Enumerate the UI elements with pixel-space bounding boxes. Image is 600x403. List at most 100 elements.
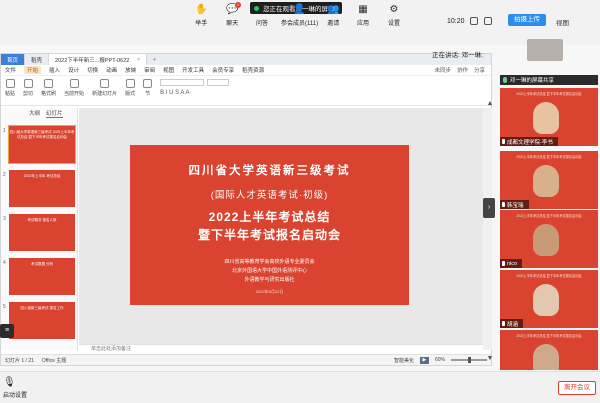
menu-bar: 文件 开始 插入 设计 切换 动画 放映 审阅 视图 开发工具 会员专享 稻壳资… — [1, 65, 491, 76]
menu-view[interactable]: 视图 — [163, 66, 174, 74]
slide-canvas[interactable]: 四川省大学英语新三级考试 (国际人才英语考试·初级) 2022上半年考试总结 暨… — [79, 108, 483, 344]
participants-button[interactable]: 👤 参会成员(111) — [281, 4, 318, 27]
menu-file[interactable]: 文件 — [5, 66, 16, 74]
menu-review[interactable]: 审阅 — [144, 66, 155, 74]
avatar — [533, 224, 559, 256]
upload-button[interactable]: 拍摄上传 — [508, 14, 546, 26]
slide-thumbnail-panel: 大纲 幻灯片 1 四川省大学英语新三级考试 2022上半年考试总结 暨下半年考试… — [1, 108, 78, 350]
zoom-slider[interactable] — [451, 357, 487, 363]
menu-transition[interactable]: 切换 — [87, 66, 98, 74]
chevron-down-icon[interactable]: ▼ — [486, 355, 494, 365]
play-icon — [69, 79, 79, 88]
font-family-select[interactable] — [160, 79, 205, 86]
current-slide[interactable]: 四川省大学英语新三级考试 (国际人才英语考试·初级) 2022上半年考试总结 暨… — [130, 145, 409, 305]
chat-button[interactable]: 💬 1 聊天 — [226, 2, 241, 27]
layout-button[interactable]: 版式 — [125, 79, 135, 97]
tab-presentation[interactable]: 2022下半年新三...报PPT-0622 × — [49, 54, 148, 65]
mic-icon — [502, 261, 505, 266]
sync-status[interactable]: 未同步 — [434, 66, 451, 74]
font-controls: B I U S A A — [160, 79, 230, 96]
gear-icon: ⚙ — [389, 4, 399, 15]
layout-icon — [125, 79, 135, 88]
play-slideshow-button[interactable]: ▶ — [419, 356, 429, 364]
menu-docer-resources[interactable]: 稻壳资源 — [242, 66, 264, 74]
scissors-icon — [23, 79, 33, 88]
slide-date: 2022年6月22日 — [255, 289, 284, 294]
chevron-up-icon[interactable]: ▲ — [486, 100, 494, 110]
screen-share-label[interactable]: 邓一琳的屏幕共享 — [500, 75, 598, 85]
notes-area[interactable]: 单击此处添加备注 — [79, 344, 483, 352]
apps-button[interactable]: ▦ 应用 — [357, 4, 369, 27]
new-slide-button[interactable]: 新建幻灯片 — [92, 79, 117, 97]
participant-tile[interactable]: 2022上半年考试总结 暨下半年考试报名启动会 — [500, 330, 598, 370]
tab-docer[interactable]: 稻壳 — [25, 54, 50, 65]
slide-organizer: 北京外国语大学中国外语测评中心 — [231, 268, 307, 274]
menu-design[interactable]: 设计 — [68, 66, 79, 74]
menu-fab-icon[interactable]: ≡ — [0, 324, 14, 338]
leave-meeting-button[interactable]: 离开会议 — [558, 381, 596, 395]
slide-thumbnail[interactable]: 考试概况 报名人数 — [9, 214, 75, 251]
menu-member[interactable]: 会员专享 — [212, 66, 234, 74]
participant-tile[interactable]: 2022上半年考试总结 暨下半年考试报名启动会 nico — [500, 210, 598, 268]
zoom-handle[interactable] — [468, 357, 471, 363]
unread-badge: 1 — [235, 2, 241, 8]
slide-thumbnail[interactable]: 2022年上半年 考试总结 — [9, 170, 75, 207]
menu-right: 未同步 协作 分享 — [434, 66, 491, 74]
settings-button[interactable]: ⚙ 设置 — [388, 4, 400, 27]
mic-icon: 🎙 — [3, 377, 16, 388]
tab-slides[interactable]: 幻灯片 — [46, 109, 63, 118]
vertical-scrollbar[interactable] — [483, 108, 492, 350]
participant-tile[interactable]: 2022上半年考试总结 暨下半年考试报名启动会 韩宝瑞 — [500, 151, 598, 209]
start-from-current-button[interactable]: 当前开始 — [64, 79, 84, 97]
menu-slideshow[interactable]: 放映 — [125, 66, 136, 74]
tab-home[interactable]: 首页 — [1, 54, 26, 65]
status-bar: 幻灯片 1 / 21 Office 主题 智能美化 ▶ 60% — [1, 354, 491, 365]
self-camera-preview[interactable] — [527, 39, 563, 61]
slide-thumbnail[interactable]: 四川省新三级考试 报名工作 — [9, 302, 75, 339]
new-tab-button[interactable]: + — [147, 54, 162, 65]
ribbon-toolbar: 粘贴 剪切 格式刷 当前开始 新建幻灯片 版式 节 B I U S A A — [1, 76, 491, 106]
expand-arrow-icon[interactable]: › — [483, 198, 495, 218]
brush-icon — [44, 79, 54, 88]
invite-button[interactable]: 👥 邀请 — [327, 4, 339, 27]
wps-window: 首页 稻壳 2022下半年新三...报PPT-0622 × + 文件 开始 插入… — [0, 53, 492, 366]
close-icon[interactable]: × — [137, 57, 140, 63]
hand-icon: ✋ — [195, 4, 208, 15]
battery-icon — [484, 17, 492, 25]
menu-developer[interactable]: 开发工具 — [182, 66, 204, 74]
tab-outline[interactable]: 大纲 — [29, 109, 40, 117]
menu-start[interactable]: 开始 — [24, 66, 42, 74]
view-button[interactable]: 视图 — [556, 17, 569, 27]
format-painter-button[interactable]: 格式刷 — [41, 79, 56, 97]
section-icon — [143, 79, 153, 88]
slide-thumbnail[interactable]: 考试数据 分析 — [9, 258, 75, 295]
menu-animation[interactable]: 动画 — [106, 66, 117, 74]
font-size-select[interactable] — [207, 79, 230, 86]
slide-heading-2: 暨下半年考试报名启动会 — [197, 228, 341, 242]
avatar — [533, 165, 559, 197]
qa-button[interactable]: ? 问答 — [256, 4, 268, 27]
mic-icon — [502, 202, 505, 207]
mic-control[interactable]: 🎙 启动设置 — [3, 377, 27, 399]
thumb-number: 1 — [3, 128, 6, 134]
slide-thumbnail[interactable]: 四川省大学英语新三级考试 2022上半年考试总结 暨下半年考试报名启动会 — [8, 125, 76, 164]
tile-background-slide: 2022上半年考试总结 暨下半年考试报名启动会 — [516, 274, 582, 278]
slide-organizer: 四川省高等教育学会高校外语专业委员会 — [224, 259, 315, 265]
section-button[interactable]: 节 — [143, 79, 153, 97]
meeting-toolbar — [0, 371, 600, 403]
paste-button[interactable]: 粘贴 — [5, 79, 15, 97]
avatar — [533, 284, 559, 316]
avatar — [533, 102, 559, 134]
format-glyphs[interactable]: B I U S A A — [160, 90, 229, 96]
participant-tile[interactable]: 2022上半年考试总结 暨下半年考试报名启动会 成都文理学院-李书 — [500, 88, 598, 146]
slide-subtitle: (国际人才英语考试·初级) — [210, 190, 329, 201]
beautify-button[interactable]: 智能美化 — [394, 357, 414, 364]
collaborate-button[interactable]: 协作 — [457, 66, 468, 74]
cut-button[interactable]: 剪切 — [23, 79, 33, 97]
participant-tile[interactable]: 2022上半年考试总结 暨下半年考试报名启动会 胡涵 — [500, 270, 598, 328]
raise-hand-button[interactable]: ✋ 举手 — [195, 4, 207, 27]
status-right: 智能美化 ▶ 60% — [394, 356, 491, 364]
tile-background-slide: 2022上半年考试总结 暨下半年考试报名启动会 — [516, 92, 582, 96]
menu-insert[interactable]: 插入 — [49, 66, 60, 74]
share-button[interactable]: 分享 — [474, 66, 485, 74]
